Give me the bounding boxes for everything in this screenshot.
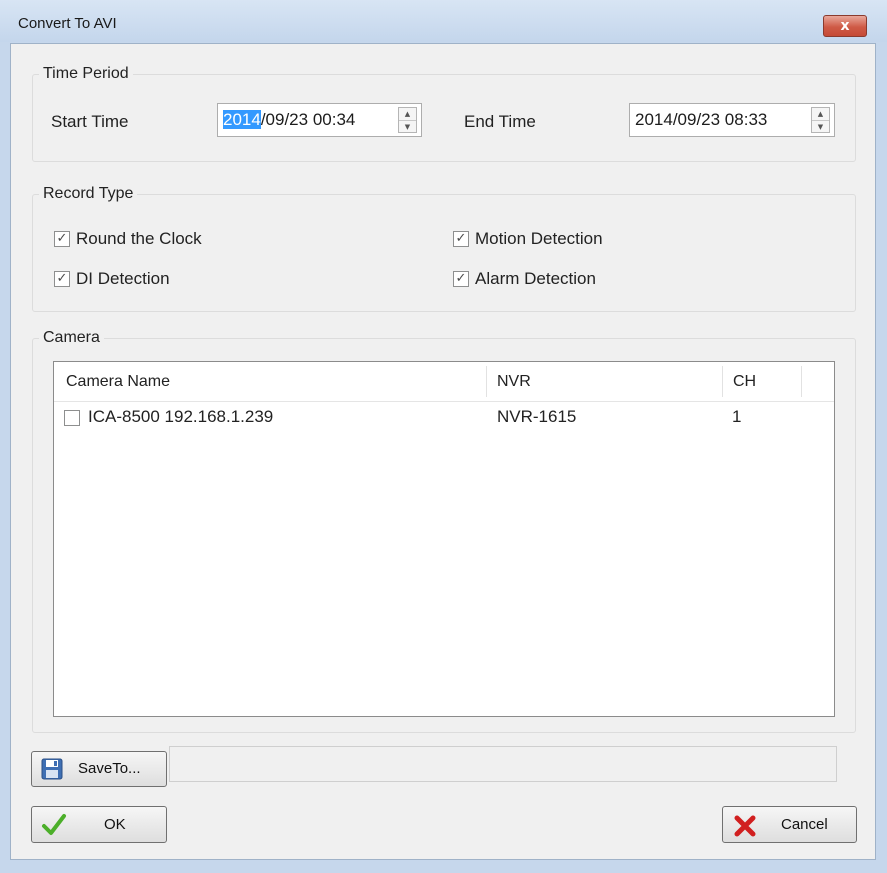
dialog-body: Time Period Start Time 2014/09/23 00:34 … — [10, 43, 876, 860]
table-row[interactable]: ICA-8500 192.168.1.239 NVR-1615 1 — [54, 401, 834, 435]
spin-down-icon[interactable]: ▼ — [399, 120, 416, 133]
green-check-icon — [41, 812, 67, 842]
round-the-clock-label[interactable]: Round the Clock — [76, 229, 202, 249]
camera-row-checkbox[interactable] — [64, 410, 80, 426]
ok-button[interactable]: OK — [31, 806, 167, 843]
spin-up-icon[interactable]: ▲ — [399, 108, 416, 120]
save-to-label: SaveTo... — [78, 760, 141, 777]
spin-up-icon[interactable]: ▲ — [812, 108, 829, 120]
start-time-value[interactable]: 2014/09/23 00:34 — [223, 110, 355, 130]
round-the-clock-checkbox[interactable]: ✓ — [54, 231, 70, 247]
end-time-value[interactable]: 2014/09/23 08:33 — [635, 110, 767, 130]
column-header-ch[interactable]: CH — [723, 362, 801, 401]
alarm-detection-checkbox[interactable]: ✓ — [453, 271, 469, 287]
floppy-disk-icon — [41, 758, 63, 784]
start-time-label: Start Time — [51, 112, 129, 131]
alarm-detection-label[interactable]: Alarm Detection — [475, 269, 596, 289]
start-time-year-selected[interactable]: 2014 — [223, 110, 261, 129]
ok-label: OK — [104, 816, 126, 833]
start-time-picker[interactable]: 2014/09/23 00:34 ▲ ▼ — [217, 103, 422, 137]
camera-list-header: Camera Name NVR CH — [54, 362, 834, 402]
di-detection-checkbox[interactable]: ✓ — [54, 271, 70, 287]
end-time-picker[interactable]: 2014/09/23 08:33 ▲ ▼ — [629, 103, 835, 137]
record-type-legend: Record Type — [39, 185, 138, 203]
spin-down-icon[interactable]: ▼ — [812, 120, 829, 133]
camera-list[interactable]: Camera Name NVR CH ICA-8500 192.168.1.23… — [53, 361, 835, 717]
end-time-spinner[interactable]: ▲ ▼ — [811, 107, 830, 133]
column-header-camera-name[interactable]: Camera Name — [56, 362, 486, 401]
red-x-icon — [733, 814, 757, 842]
channel-cell: 1 — [732, 407, 742, 426]
save-path-field[interactable] — [169, 746, 837, 782]
column-header-nvr[interactable]: NVR — [487, 362, 722, 401]
camera-name-cell: ICA-8500 192.168.1.239 — [88, 407, 274, 426]
start-time-value-rest[interactable]: /09/23 00:34 — [261, 110, 356, 129]
record-type-group — [32, 194, 856, 312]
close-icon: x — [840, 18, 850, 34]
cancel-label: Cancel — [781, 816, 828, 833]
convert-to-avi-dialog: Convert To AVI x Time Period Start Time … — [0, 0, 887, 873]
close-button[interactable]: x — [823, 15, 867, 37]
nvr-cell: NVR-1615 — [497, 407, 577, 426]
motion-detection-checkbox[interactable]: ✓ — [453, 231, 469, 247]
column-divider[interactable] — [801, 366, 802, 397]
camera-legend: Camera — [39, 329, 104, 347]
end-time-label: End Time — [464, 112, 536, 131]
window-title: Convert To AVI — [18, 15, 117, 32]
time-period-legend: Time Period — [39, 65, 133, 83]
di-detection-label[interactable]: DI Detection — [76, 269, 170, 289]
save-to-button[interactable]: SaveTo... — [31, 751, 167, 787]
cancel-button[interactable]: Cancel — [722, 806, 857, 843]
title-bar[interactable]: Convert To AVI x — [0, 0, 887, 42]
start-time-spinner[interactable]: ▲ ▼ — [398, 107, 417, 133]
motion-detection-label[interactable]: Motion Detection — [475, 229, 603, 249]
